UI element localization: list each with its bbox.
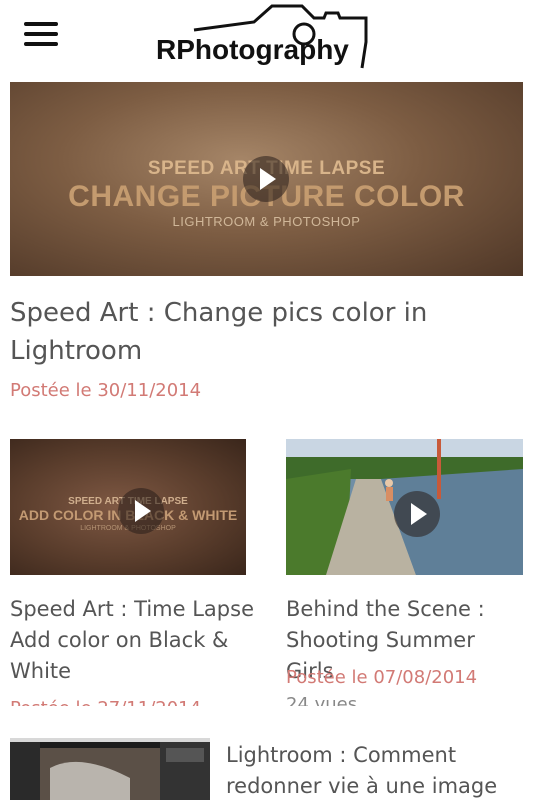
post-thumbnail-summer-girls[interactable] (286, 439, 523, 575)
hamburger-menu-icon[interactable] (24, 22, 58, 46)
play-icon[interactable] (394, 491, 440, 537)
site-logo[interactable]: RPhotography (154, 2, 374, 72)
post-title[interactable]: Speed Art : Time Lapse Add color on Blac… (10, 594, 260, 687)
post-title[interactable]: Lightroom : Comment redonner vie à une i… (226, 740, 526, 802)
post-thumbnail-black-white[interactable]: SPEED ART TIME LAPSE ADD COLOR IN BLACK … (10, 439, 246, 575)
post-date: Postée le 27/11/2014 (10, 698, 201, 706)
post-date: Postée le 07/08/2014 (286, 667, 478, 688)
lightroom-screenshot-image (10, 738, 210, 800)
featured-post-date: Postée le 30/11/2014 (10, 380, 202, 401)
play-icon[interactable] (118, 488, 164, 534)
thumbnail-line3: LIGHTROOM & PHOTOSHOP (172, 214, 361, 229)
post-views: 24 vues (286, 694, 358, 706)
play-icon[interactable] (243, 156, 289, 202)
featured-video-thumbnail[interactable]: SPEED ART TIME LAPSE CHANGE PICTURE COLO… (10, 82, 523, 276)
logo-text: RPhotography (156, 34, 349, 65)
featured-post-title[interactable]: Speed Art : Change pics color in Lightro… (10, 294, 430, 370)
top-bar: RPhotography (0, 0, 533, 78)
post-thumbnail-lightroom[interactable] (10, 738, 210, 800)
